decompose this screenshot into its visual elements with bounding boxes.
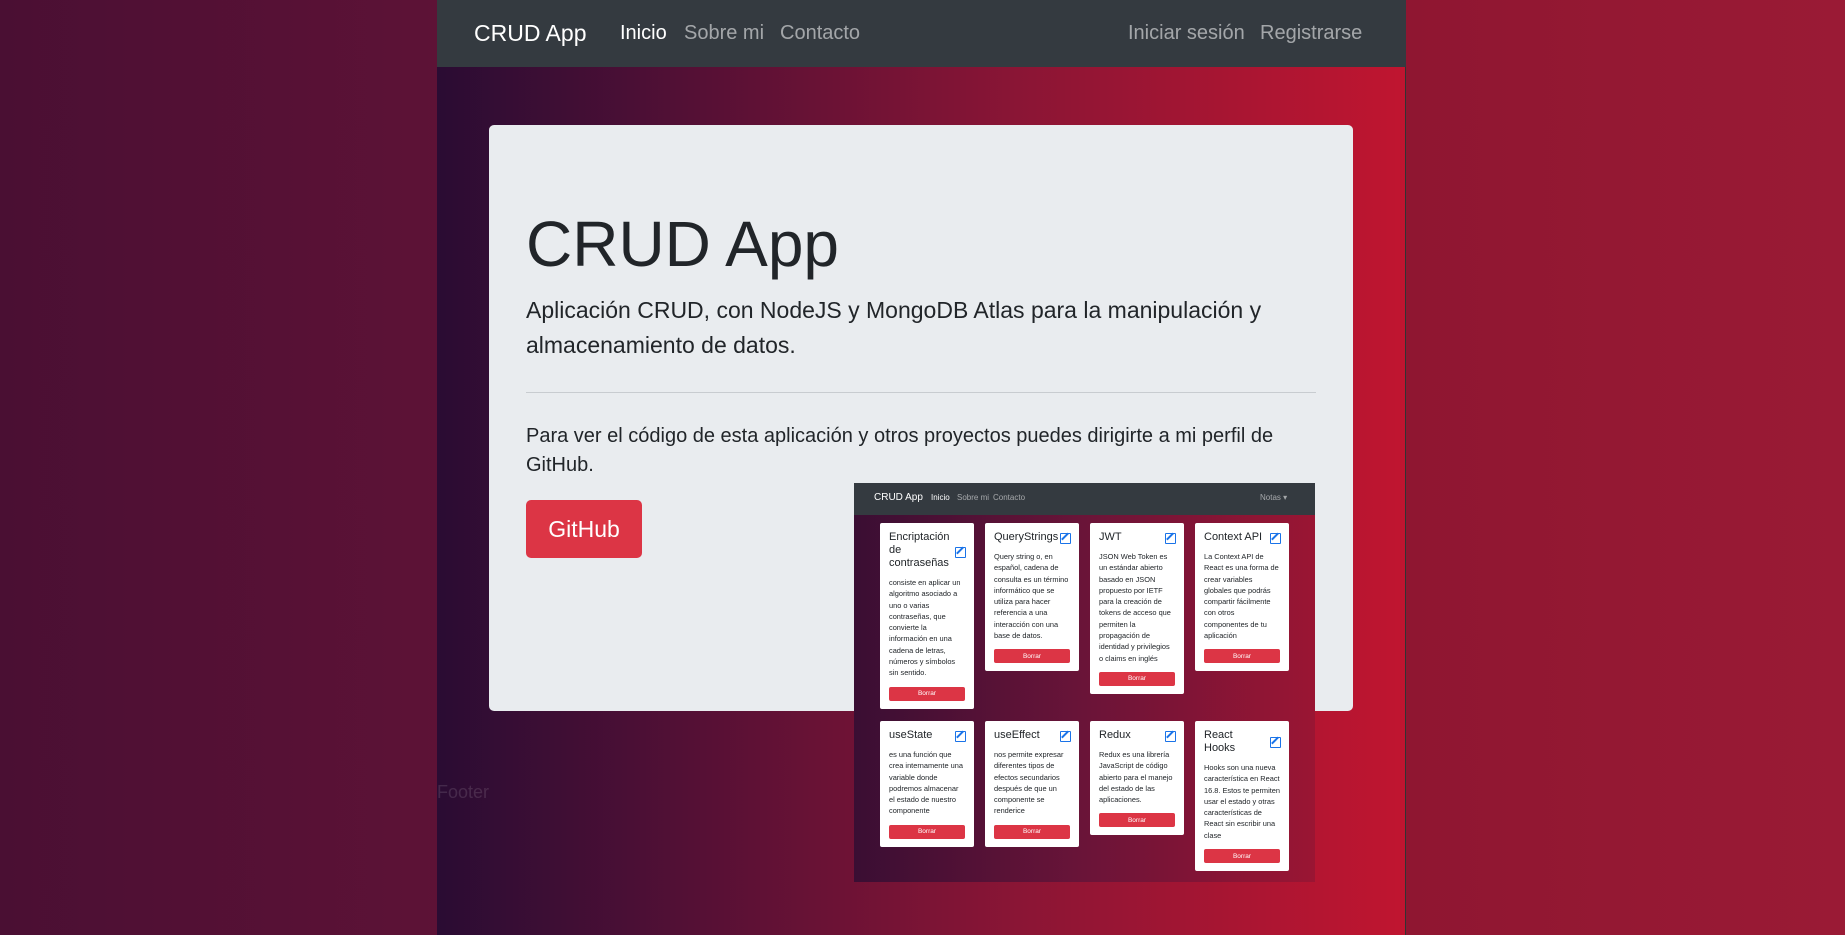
preview-card: Encriptación de contraseñas consiste en … — [880, 523, 974, 709]
edit-icon — [1270, 737, 1281, 748]
delete-button: Borrar — [1099, 813, 1175, 828]
delete-button: Borrar — [994, 649, 1070, 664]
card-text: La Context API de React es una forma de … — [1204, 552, 1279, 641]
nav-link-contacto[interactable]: Contacto — [780, 22, 860, 45]
delete-button: Borrar — [1099, 671, 1175, 686]
card-title: useEffect — [994, 729, 1040, 741]
preview-navbar: CRUD App Inicio Sobre mi Contacto Notas … — [854, 483, 1315, 515]
edit-icon — [955, 547, 966, 558]
card-text: consiste en aplicar un algoritmo asociad… — [889, 578, 961, 678]
page-container: CRUD App Inicio Sobre mi Contacto Inicia… — [437, 0, 1406, 935]
preview-card: Context API La Context API de React es u… — [1195, 523, 1289, 672]
card-title: useState — [889, 729, 933, 741]
edit-icon — [1165, 731, 1176, 742]
preview-link-contacto: Contacto — [993, 493, 1026, 502]
delete-button: Borrar — [1204, 849, 1280, 864]
card-text: es una función que crea internamente una… — [889, 750, 963, 816]
preview-link-sobre-mi: Sobre mi — [957, 493, 990, 502]
card-text: Hooks son una nueva característica en Re… — [1204, 763, 1280, 840]
card-title: QueryStrings — [994, 531, 1059, 543]
edit-icon — [1165, 533, 1176, 544]
divider — [526, 392, 1316, 393]
card-text: Query string o, en español, cadena de co… — [994, 552, 1069, 641]
app-preview-image: CRUD App Inicio Sobre mi Contacto Notas … — [854, 483, 1315, 882]
footer: Footer — [437, 782, 490, 802]
preview-card: JWT JSON Web Token es un estándar abiert… — [1090, 523, 1184, 694]
github-button[interactable]: GitHub — [526, 500, 642, 558]
card-title: Context API — [1204, 531, 1263, 543]
card-title: Encriptación de contraseñas — [889, 531, 950, 569]
card-title: JWT — [1099, 531, 1122, 543]
nav-link-sobre-mi[interactable]: Sobre mi — [684, 22, 764, 45]
preview-card: useState es una función que crea interna… — [880, 721, 974, 847]
delete-button: Borrar — [994, 824, 1070, 839]
card-title: Redux — [1099, 729, 1131, 741]
preview-link-inicio: Inicio — [931, 493, 950, 502]
page-title: CRUD App — [526, 208, 839, 280]
github-description: Para ver el código de esta aplicación y … — [526, 425, 1274, 476]
nav-link-login[interactable]: Iniciar sesión — [1128, 22, 1245, 45]
delete-button: Borrar — [889, 824, 965, 839]
card-title: React Hooks — [1204, 729, 1236, 754]
lead-text: Aplicación CRUD, con NodeJS y MongoDB At… — [526, 297, 1262, 358]
preview-card: useEffect nos permite expresar diferente… — [985, 721, 1079, 847]
delete-button: Borrar — [1204, 649, 1280, 664]
edit-icon — [955, 731, 966, 742]
card-text: JSON Web Token es un estándar abierto ba… — [1099, 552, 1171, 663]
preview-notas-menu: Notas ▾ — [1260, 493, 1288, 502]
delete-button: Borrar — [889, 686, 965, 701]
card-text: nos permite expresar diferentes tipos de… — [994, 750, 1064, 816]
edit-icon — [1060, 533, 1071, 544]
preview-card: React Hooks Hooks son una nueva caracter… — [1195, 721, 1289, 872]
edit-icon — [1270, 533, 1281, 544]
card-text: Redux es una librería JavaScript de códi… — [1099, 750, 1173, 805]
navbar: CRUD App Inicio Sobre mi Contacto Inicia… — [437, 0, 1406, 67]
edit-icon — [1060, 731, 1071, 742]
preview-brand: CRUD App — [874, 492, 923, 503]
preview-card: Redux Redux es una librería JavaScript d… — [1090, 721, 1184, 836]
preview-card: QueryStrings Query string o, en español,… — [985, 523, 1079, 672]
nav-link-inicio[interactable]: Inicio — [620, 22, 667, 45]
navbar-brand[interactable]: CRUD App — [474, 20, 586, 47]
nav-link-register[interactable]: Registrarse — [1260, 22, 1362, 45]
